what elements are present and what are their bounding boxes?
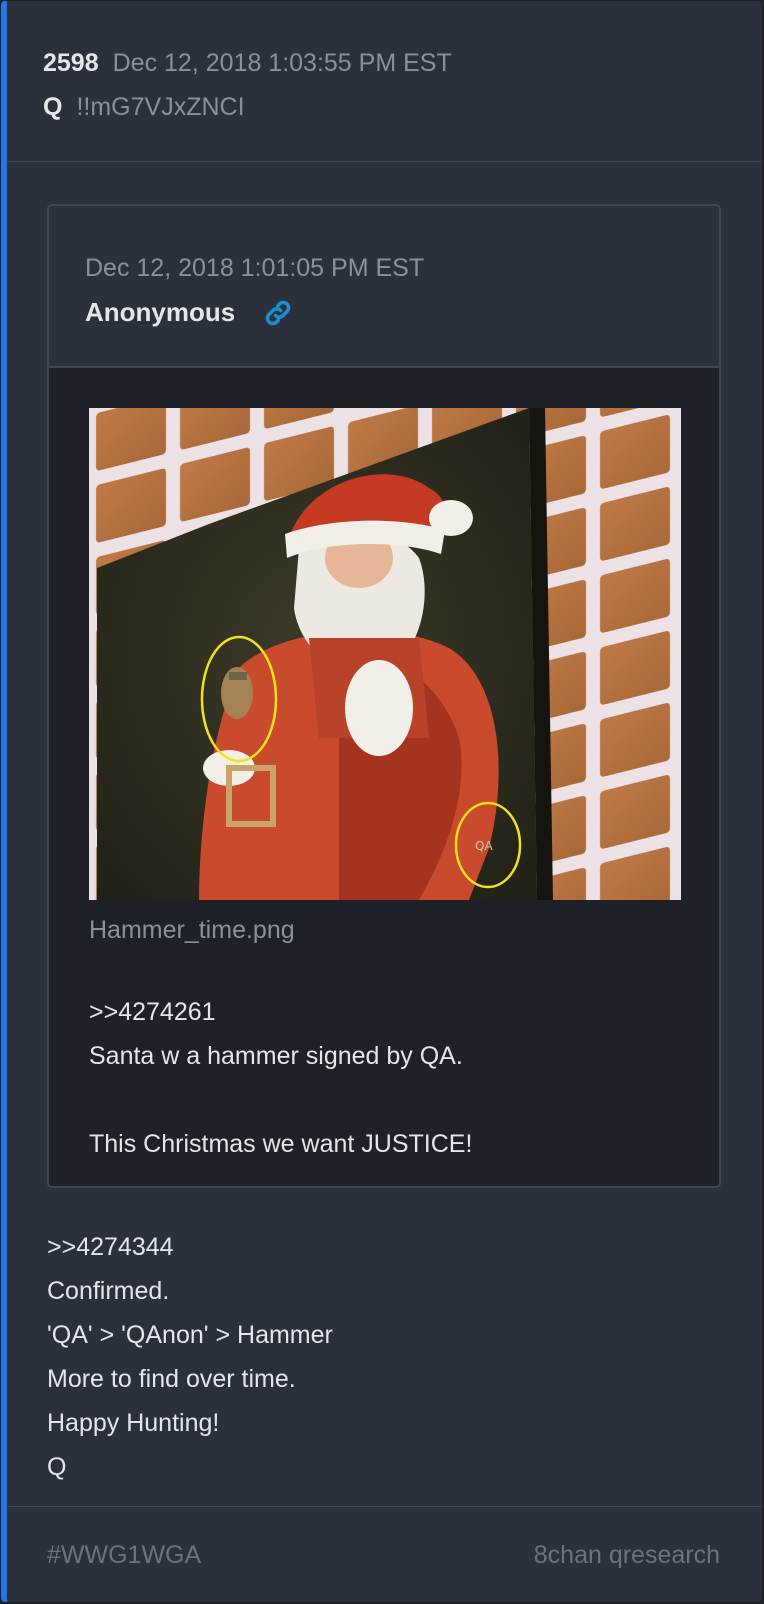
quoted-body-line: Santa w a hammer signed by QA. [89,1042,463,1070]
post-author: Q [43,93,63,121]
svg-text:QA: QA [475,839,493,853]
post-body: >>4274344 Confirmed. 'QA' > 'QAnon' > Ha… [47,1225,707,1489]
quoted-body-line: This Christmas we want JUSTICE! [89,1130,473,1158]
post-number: 2598 [43,49,99,77]
quoted-reply-link[interactable]: >>4274261 [89,990,689,1034]
link-icon[interactable] [263,298,293,328]
quoted-post: Dec 12, 2018 1:01:05 PM EST Anonymous QA… [47,204,721,1188]
post-header: 2598 Dec 12, 2018 1:03:55 PM EST Q !!mG7VJ… [7,1,762,162]
quoted-post-author: Anonymous [85,297,236,327]
accent-bar [1,1,7,1602]
post-card: 2598 Dec 12, 2018 1:03:55 PM EST Q !!mG7VJ… [0,0,763,1603]
body-signature: Q [47,1453,67,1481]
body-line: 'QA' > 'QAnon' > Hammer [47,1321,333,1349]
post-footer: #WWG1WGA 8chan qresearch [7,1506,762,1602]
image-filename[interactable]: Hammer_time.png [89,912,295,948]
quoted-post-date: Dec 12, 2018 1:01:05 PM EST [85,254,425,282]
source-label: 8chan qresearch [533,1541,720,1569]
body-line: More to find over time. [47,1365,296,1393]
hashtag: #WWG1WGA [47,1541,202,1569]
reply-link[interactable]: >>4274344 [47,1225,707,1269]
quoted-post-body: >>4274261 Santa w a hammer signed by QA.… [89,990,689,1166]
quoted-body-line [89,1078,689,1122]
body-line: Happy Hunting! [47,1409,220,1437]
post-author-row: Q !!mG7VJxZNCI [43,89,245,125]
post-meta-row: 2598 Dec 12, 2018 1:03:55 PM EST [43,45,452,81]
post-tripcode: !!mG7VJxZNCI [76,93,245,121]
body-line: Confirmed. [47,1277,170,1305]
quoted-post-header: Dec 12, 2018 1:01:05 PM EST Anonymous [49,206,719,368]
post-date: Dec 12, 2018 1:03:55 PM EST [112,49,452,77]
santa-painting-image[interactable]: QA [89,408,681,900]
